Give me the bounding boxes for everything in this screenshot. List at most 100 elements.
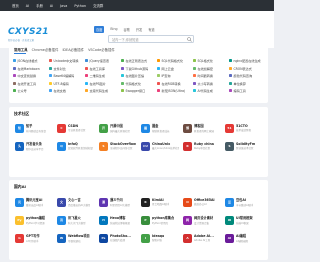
tool-tab[interactable]: 常用工具	[14, 47, 28, 52]
nav-item[interactable]: 首页	[12, 3, 19, 8]
site-card[interactable]: Py python编程 Python学习资源	[13, 211, 55, 229]
tool-link[interactable]: Base64编解码	[49, 72, 85, 80]
site-card[interactable]: C CSDN 专业开发者社区	[55, 119, 97, 137]
tool-link[interactable]: 新宠JSON(Ultra)	[157, 87, 193, 95]
tool-tab[interactable]: VSCode必备插件	[88, 47, 115, 52]
site-card[interactable]: R Ruby china Ruby中文社区	[181, 137, 223, 155]
site-card[interactable]: A Adobe AI... Adobe AI工具	[181, 229, 223, 247]
tool-link[interactable]: 在线加解密	[193, 65, 229, 73]
site-card[interactable]: K KimiAI 月之暗面AI助手	[139, 193, 181, 211]
site-card[interactable]: 知知乎 有问题就会有答案	[13, 119, 55, 137]
tool-link[interactable]: 在线图片压缩	[121, 72, 157, 80]
tool-link[interactable]: 大小写转换	[193, 80, 229, 88]
tool-link[interactable]: Unicode中文转换	[49, 57, 85, 65]
tool-link[interactable]: nginx配置在线生成	[229, 57, 265, 65]
tool-link[interactable]: 中文查找替换	[13, 72, 49, 80]
tool-link[interactable]: JSON在线格式	[13, 57, 49, 65]
tool-link[interactable]: Ai代码生成	[193, 87, 229, 95]
search-icon[interactable]	[186, 36, 193, 42]
tool-icon	[193, 59, 196, 63]
site-name: 腾讯元宝AI	[26, 198, 43, 203]
site-card[interactable]: S StackOverflow 全球程序员问答社区	[97, 137, 139, 155]
site-card[interactable]: Ps PhotoSho... 在线图片处理	[97, 229, 139, 247]
search-engine-tab[interactable]: 有道	[148, 27, 154, 33]
site-card[interactable]: Ppython库集合 Python常用库	[139, 211, 181, 229]
site-card[interactable]: CU ChinaUnix 最大Linux/Unix技术社区	[139, 137, 181, 155]
tool-link[interactable]: 文件对比	[49, 65, 85, 73]
nav-item[interactable]: 手册	[36, 3, 43, 8]
tool-link[interactable]: 文案代码生成	[85, 87, 121, 95]
search-engine-tab[interactable]: 开发	[136, 27, 142, 33]
tool-link[interactable]: 编码工具	[229, 87, 265, 95]
site-card[interactable]: 开开源中国 国内最大开源社区	[97, 119, 139, 137]
site-card[interactable]: 讯讯飞星火 科大讯飞大模型	[55, 211, 97, 229]
site-name: Ideaqa	[152, 233, 165, 238]
tool-link[interactable]: 在线工具库	[85, 65, 121, 73]
tool-link[interactable]: 颜色代码查询	[229, 72, 265, 80]
tool-link[interactable]: 在线PS图片	[85, 80, 121, 88]
nav-item[interactable]: Ai	[50, 4, 53, 8]
tool-link[interactable]: 网上云盘	[157, 65, 193, 73]
site-card[interactable]: 掘掘金 帮助开发者成长	[139, 119, 181, 137]
site-card[interactable]: UI UI常用框架 前端UI框架	[223, 211, 265, 229]
site-text: 掘金 帮助开发者成长	[152, 123, 170, 133]
site-card[interactable]: 通通义千问 阿里巴巴AI大模型	[97, 193, 139, 211]
nav-item[interactable]: AI	[26, 4, 29, 8]
site-card[interactable]: S SolidityFm 区块链技术社区	[223, 137, 265, 155]
site-card[interactable]: I Ideaqa 智能问答	[139, 229, 181, 247]
site-card[interactable]: 头开发者头条 程序员分享平台	[13, 137, 55, 155]
site-card[interactable]: G GPT写作 AI写作助手	[13, 229, 55, 247]
site-logo-icon: I	[141, 233, 150, 243]
site-card[interactable]: 文文心一言 百度推出的AI大模型	[55, 193, 97, 211]
tool-link[interactable]: UTF-8编码	[49, 80, 85, 88]
search-engine-tab[interactable]: 谷歌	[124, 27, 130, 33]
search-input[interactable]: 站内一下,你就知道	[108, 35, 194, 43]
site-text: 豆包AI 字节跳动AI助手	[236, 197, 253, 207]
tool-link[interactable]: 二维码生成	[85, 72, 121, 80]
site-name: 知乎	[26, 124, 33, 129]
site-card[interactable]: W Webflow项目 可视化建站	[55, 229, 97, 247]
search-engine-tab[interactable]: Bing	[110, 27, 117, 33]
tool-label: 在线RGB转换	[161, 81, 181, 86]
site-card[interactable]: 豆豆包AI 字节跳动AI助手	[223, 193, 265, 211]
tool-link[interactable]: SQL代码格式化	[157, 57, 193, 65]
nav-item[interactable]: Java	[60, 4, 67, 8]
tool-link[interactable]: 单位换算	[229, 80, 265, 88]
site-text: CSDN 专业开发者社区	[68, 124, 86, 133]
tool-link[interactable]: 在线开发工具	[13, 80, 49, 88]
site-description: 程序员分享平台	[26, 147, 44, 151]
tool-link[interactable]: SQL格式化	[193, 57, 229, 65]
tool-link[interactable]: 在线RGB转换	[157, 80, 193, 88]
tool-link[interactable]: jQuery速查表	[85, 57, 121, 65]
tool-link[interactable]: 下载Github源码	[121, 65, 157, 73]
site-text: ChinaUnix 最大Linux/Unix技术社区	[152, 142, 179, 151]
tool-label: nginx配置在线生成	[233, 59, 261, 64]
tool-link[interactable]: 在线文档	[49, 87, 85, 95]
site-name: 文心一言	[68, 198, 81, 203]
site-card[interactable]: 51 51CTO 技术成就梦想	[223, 119, 265, 137]
site-name: AI编程	[236, 234, 247, 239]
tool-link[interactable]: IP查询	[157, 72, 193, 80]
tool-tab[interactable]: Chrome必备插件	[32, 47, 59, 52]
site-card[interactable]: Q InfoQ 促进软件开发领域知识	[55, 137, 97, 155]
nav-item[interactable]: 交流群	[93, 3, 103, 8]
search-engine-tab[interactable]: 百度	[94, 26, 105, 33]
site-card[interactable]: H Hexo博客 快速简洁博客框架	[97, 211, 139, 229]
site-card[interactable]: AI AI编程 AI辅助编程	[223, 229, 265, 247]
tool-link[interactable]: CRON表达式	[229, 65, 265, 73]
site-description: Python学习资源	[26, 221, 45, 225]
site-logo[interactable]: CXYS21 程序员必备 · 开发者之家	[8, 28, 49, 43]
tool-link[interactable]: 在线Markdown	[13, 65, 49, 73]
site-card[interactable]: 博博客园 开发者的网上家园	[181, 119, 223, 137]
site-card[interactable]: 元腾讯元宝AI 腾讯出品AI助手	[13, 193, 55, 211]
site-logo-icon: H	[99, 215, 108, 225]
tool-link[interactable]: 代码格式化	[121, 80, 157, 88]
tool-link[interactable]: 公众号	[13, 87, 49, 95]
tool-link[interactable]: 时间戳转换	[193, 72, 229, 80]
tool-link[interactable]: Swagger接口	[121, 87, 157, 95]
site-card[interactable]: 网网页设计素材 设计资源合集	[181, 211, 223, 229]
site-card[interactable]: O Office365AI 微软办公AI	[181, 193, 223, 211]
nav-item[interactable]: Python	[74, 4, 86, 8]
tool-tab[interactable]: IDEA必备插件	[62, 47, 84, 52]
tool-link[interactable]: 在线正则表达式	[121, 57, 157, 65]
